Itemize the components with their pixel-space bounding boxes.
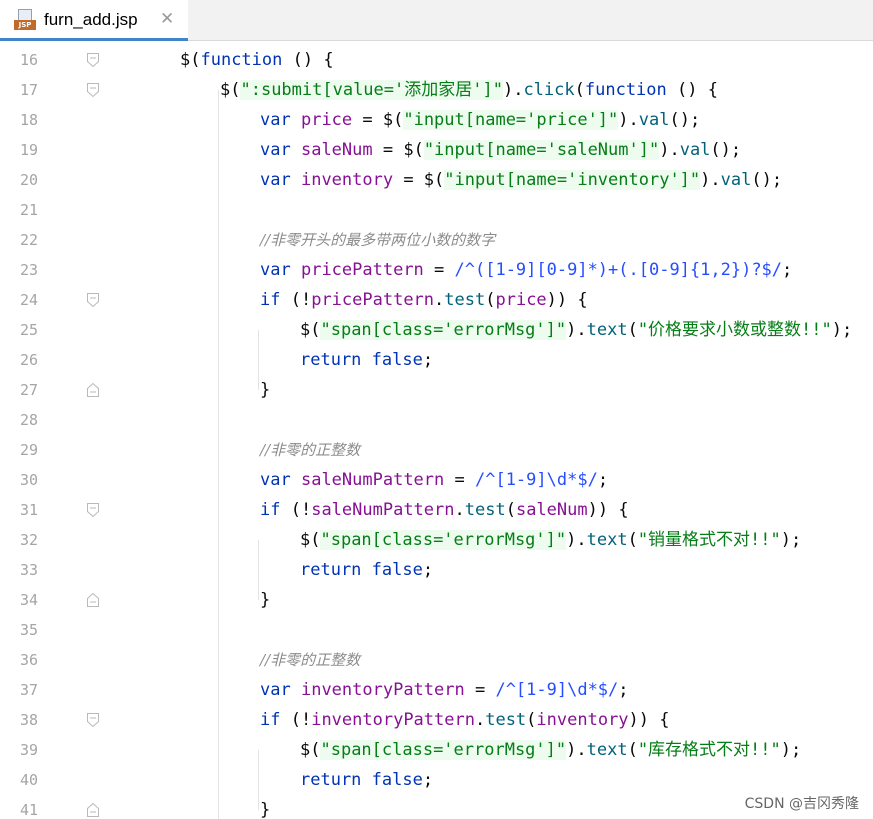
code-line: var saleNumPattern = /^[1-9]\d*$/;: [260, 470, 609, 490]
code-line: var inventory = $("input[name='inventory…: [260, 170, 783, 190]
code-line: }: [260, 380, 271, 400]
code-line: //非零开头的最多带两位小数的数字: [260, 231, 496, 249]
code-line: if (!pricePattern.test(price)) {: [260, 290, 588, 310]
line-number: 35: [19, 621, 38, 639]
file-tab[interactable]: JSP furn_add.jsp ✕: [0, 0, 188, 41]
watermark: CSDN @吉冈秀隆: [744, 796, 859, 812]
gutter-row: 28: [0, 405, 873, 435]
gutter-row: 21: [0, 195, 873, 225]
close-icon[interactable]: ✕: [160, 9, 174, 29]
code-line: }: [260, 590, 271, 610]
code-line: if (!saleNumPattern.test(saleNum)) {: [260, 500, 629, 520]
code-line: $("span[class='errorMsg']").text("销量格式不对…: [300, 530, 802, 550]
code-line: //非零的正整数: [260, 441, 361, 459]
code-line: if (!inventoryPattern.test(inventory)) {: [260, 710, 670, 730]
code-line: var pricePattern = /^([1-9][0-9]*)+(.[0-…: [260, 260, 793, 280]
code-line: $(function () {: [180, 50, 334, 70]
code-line: return false;: [300, 770, 434, 790]
tab-label: furn_add.jsp: [44, 10, 138, 29]
code-editor[interactable]: 16 17 18 19 20 21 22 23 24 25 26 27 28 29 30 31 32 33 34 35…: [0, 45, 873, 819]
jsp-file-icon: JSP: [14, 9, 36, 31]
code-line: }: [260, 800, 271, 819]
gutter-row: 35: [0, 615, 873, 645]
code-line: var price = $("input[name='price']").val…: [260, 110, 701, 130]
code-line: return false;: [300, 560, 434, 580]
line-number: 21: [19, 201, 38, 219]
code-line: $("span[class='errorMsg']").text("价格要求小数…: [300, 320, 853, 340]
code-line: //非零的正整数: [260, 651, 361, 669]
code-line: $("span[class='errorMsg']").text("库存格式不对…: [300, 740, 802, 760]
code-line: $(":submit[value='添加家居']").click(functio…: [220, 80, 718, 100]
line-number: 28: [19, 411, 38, 429]
editor-tab-bar: JSP furn_add.jsp ✕: [0, 0, 873, 41]
code-line: var inventoryPattern = /^[1-9]\d*$/;: [260, 680, 629, 700]
code-line: var saleNum = $("input[name='saleNum']")…: [260, 140, 742, 160]
code-line: return false;: [300, 350, 434, 370]
